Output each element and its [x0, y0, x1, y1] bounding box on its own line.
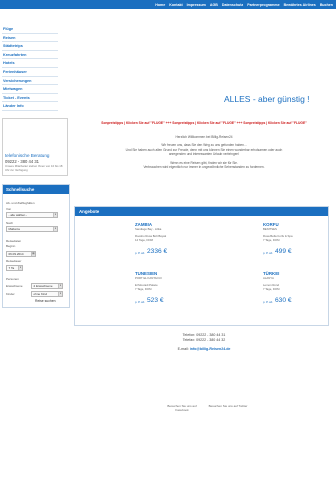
- sidebar-item-hotels[interactable]: Hotels: [2, 59, 58, 68]
- offer-duration: 7 Tage, DOM: [263, 238, 280, 242]
- offer-price: 523 €: [147, 297, 164, 304]
- offer-duration: 7 Tage, DOM: [263, 287, 280, 291]
- personen-label: Personen: [6, 277, 19, 281]
- offer-price-prefix: p. P. ab: [263, 251, 273, 255]
- contact-email-row: E-mail: info@billig-Reisen24.de: [76, 347, 332, 352]
- nach-select[interactable]: Mallorca ▾: [6, 226, 58, 232]
- nav-datenschutz[interactable]: Datenschutz: [222, 3, 243, 7]
- chevron-down-icon: ▾: [53, 227, 57, 231]
- erwachsene-select[interactable]: 2 Erwachsene ▾: [31, 283, 63, 289]
- top-navigation: Home Kontakt Impressum AGB Datenschutz P…: [0, 0, 336, 9]
- nav-agb[interactable]: AGB: [210, 3, 218, 7]
- welcome-text: Herzlich Willkommen bei Billig-Reisen24 …: [76, 135, 332, 170]
- slogan: ALLES - aber günstig !: [224, 94, 310, 104]
- calendar-icon[interactable]: ▦: [31, 252, 35, 256]
- sidebar-item-laender-info[interactable]: Länder Info: [2, 102, 58, 111]
- kinder-value: ohne Kind: [33, 292, 48, 296]
- sidebar-item-fluege[interactable]: Flüge: [2, 25, 58, 34]
- chevron-down-icon: ▾: [58, 284, 62, 288]
- reisedauer-label: Reisedauer: [6, 259, 22, 263]
- offer-price-prefix: p. P. ab: [135, 251, 145, 255]
- nach-value: Mallorca: [8, 227, 20, 231]
- nav-kontakt[interactable]: Kontakt: [169, 3, 182, 7]
- email-link[interactable]: info@billig-Reisen24.de: [190, 347, 231, 351]
- welcome-line: Verbrauchen wird eigentlich nur immer in…: [143, 165, 265, 170]
- nav-airlines[interactable]: Bewährtes Airlines: [284, 3, 316, 7]
- offer-price: 2336 €: [147, 248, 168, 255]
- phone-box: telefonische Beratung 09222 - 380 44 31 …: [2, 118, 68, 176]
- offer-subtitle: BENITSES: [263, 227, 277, 231]
- sidebar-item-staedtetrips[interactable]: Städtetrips: [2, 42, 58, 51]
- beginn-date-field[interactable]: 06.09.2014 ▦: [6, 251, 36, 257]
- von-select[interactable]: - alle wählen - ▾: [6, 212, 58, 218]
- phone-title: telefonische Beratung: [5, 153, 50, 158]
- kinder-label: Kinder: [6, 292, 15, 296]
- sidebar-item-mietwagen[interactable]: Mietwagen: [2, 85, 58, 94]
- nav-buchen[interactable]: Buchen: [320, 3, 333, 7]
- offer-price-prefix: p. P. ab: [135, 300, 145, 304]
- nav-partnerprogramme[interactable]: Partnerprogramme: [247, 3, 279, 7]
- sidebar-item-kreuzfahrten[interactable]: Kreuzfahrten: [2, 51, 58, 60]
- offer-subtitle: PORT EL KANTAOUI: [135, 276, 162, 280]
- email-label: E-mail:: [177, 347, 189, 351]
- chevron-down-icon: ▾: [18, 266, 22, 270]
- search-button[interactable]: Reise suchen: [35, 299, 56, 303]
- reisedauer-select[interactable]: 7 Ta ▾: [6, 265, 23, 271]
- offers-title: Angebote: [75, 207, 328, 216]
- page: Home Kontakt Impressum AGB Datenschutz P…: [0, 0, 336, 495]
- erwachsene-label: Erwachsene: [6, 284, 23, 288]
- von-value: - alle wählen -: [8, 213, 28, 217]
- sidebar-item-reisen[interactable]: Reisen: [2, 34, 58, 43]
- offer-card-tuerkei[interactable]: TÜRKEI ALANYA Lemon Rond 7 Tage, DOM p. …: [263, 271, 336, 315]
- erwachsene-value: 2 Erwachsene: [33, 284, 53, 288]
- sidebar-item-ferienhaeuser[interactable]: Ferienhäuser: [2, 68, 58, 77]
- offer-subtitle: ALANYA: [263, 276, 274, 280]
- von-label: Von: [6, 207, 12, 211]
- phone-note: Unsere Mitarbeiter stehen Ihnen von 10 b…: [5, 164, 63, 172]
- quick-search-panel: Schnellsuche Ab- und Zielflughäfen Von -…: [2, 184, 70, 308]
- offer-card-tunesien[interactable]: TUNESIEN PORT EL KANTAOUI El Mouradi Pal…: [135, 271, 225, 315]
- offer-duration: 14 Tage, DOM: [135, 238, 153, 242]
- offer-price: 630 €: [275, 297, 292, 304]
- chevron-down-icon: ▾: [53, 213, 57, 217]
- offer-subtitle: Sandiago Bay - Lilika: [135, 227, 162, 231]
- nav-impressum[interactable]: Impressum: [187, 3, 206, 7]
- search-title: Schnellsuche: [3, 185, 69, 194]
- beginn-value: 06.09.2014: [8, 252, 24, 256]
- reisedauer-value: 7 Ta: [8, 266, 15, 270]
- promo-ticker[interactable]: Sonpreistipps | Klicken Sie auf "FLUGE" …: [76, 121, 332, 125]
- reisedaten-label: Reisedaten: [6, 239, 22, 243]
- chevron-down-icon: ▾: [58, 292, 62, 296]
- offer-card-korfu[interactable]: KORFU BENITSES Rosa Bella Corfu & Spa 7 …: [263, 222, 336, 266]
- search-subtitle: Ab- und Zielflughäfen: [6, 201, 35, 205]
- kinder-select[interactable]: ohne Kind ▾: [31, 291, 63, 297]
- contact-telefax: Telefax: 09222 - 380 44 32: [182, 338, 226, 342]
- offer-price: 499 €: [275, 248, 292, 255]
- offers-panel: Angebote ZAMBIA Sandiago Bay - Lilika Ro…: [74, 206, 329, 326]
- contact-info: Telefon: 09222 - 380 44 31 Telefax: 0922…: [76, 333, 332, 352]
- sidebar-menu: Flüge Reisen Städtetrips Kreuzfahrten Ho…: [2, 25, 58, 111]
- twitter-link[interactable]: Besuchen Sie uns auf Twitter: [208, 404, 248, 409]
- sidebar-item-versicherungen[interactable]: Versicherungen: [2, 77, 58, 86]
- beginn-label: Beginn: [6, 244, 16, 248]
- nach-label: Nach: [6, 221, 14, 225]
- offer-duration: 7 Tage, DOM: [135, 287, 152, 291]
- nav-home[interactable]: Home: [155, 3, 165, 7]
- facebook-link[interactable]: Besuchen Sie uns auf Facebook: [162, 404, 202, 413]
- sidebar-item-tickets[interactable]: Ticket - Events: [2, 94, 58, 103]
- offer-card-zambia[interactable]: ZAMBIA Sandiago Bay - Lilika Roosbo Rusa…: [135, 222, 225, 266]
- offer-price-prefix: p. P. ab: [263, 300, 273, 304]
